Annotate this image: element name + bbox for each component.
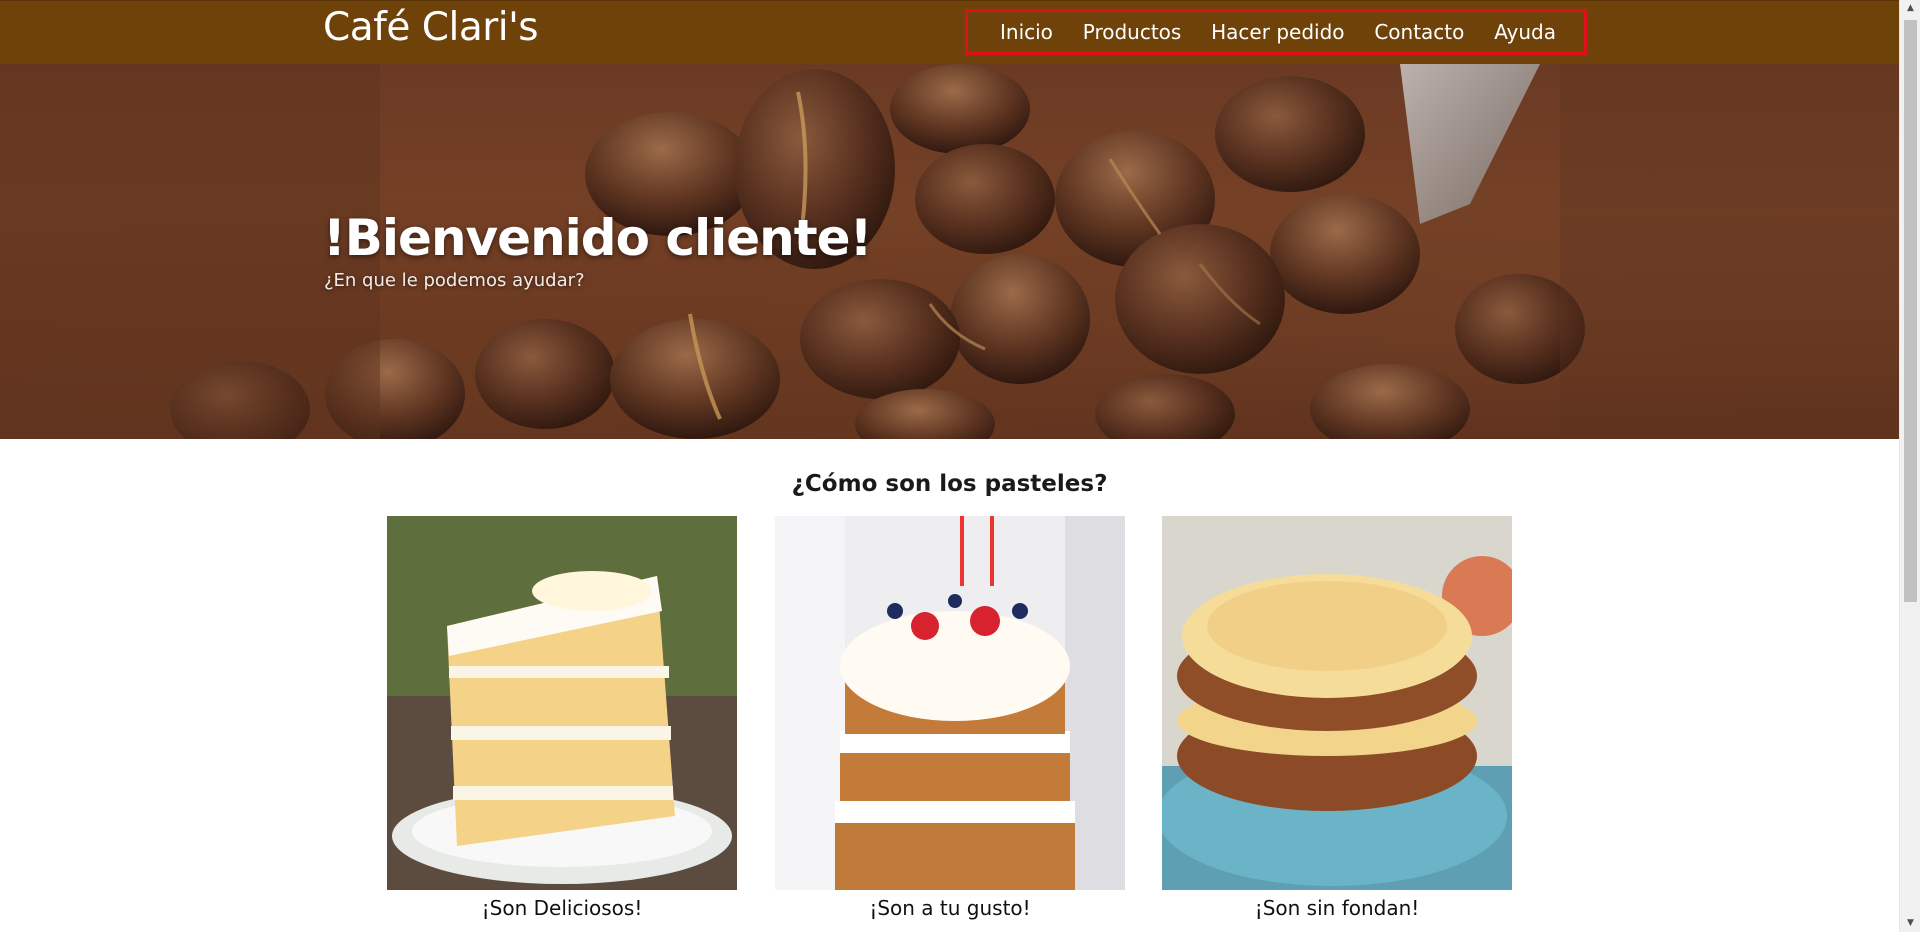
cake-image bbox=[1162, 516, 1512, 890]
cake-image bbox=[387, 516, 737, 890]
hero-subtitle: ¿En que le podemos ayudar? bbox=[324, 270, 585, 291]
coffee-beans-image bbox=[0, 64, 1899, 439]
site-brand[interactable]: Café Clari's bbox=[323, 5, 539, 50]
scrollbar-thumb[interactable] bbox=[1904, 20, 1917, 602]
cake-card: ¡Son Deliciosos! bbox=[387, 516, 737, 920]
cake-caption: ¡Son sin fondan! bbox=[1254, 896, 1420, 920]
nav-link-contacto[interactable]: Contacto bbox=[1374, 20, 1464, 44]
nav-link-ayuda[interactable]: Ayuda bbox=[1494, 20, 1556, 44]
cake-card: ¡Son sin fondan! bbox=[1162, 516, 1512, 920]
cakes-section-title: ¿Cómo son los pasteles? bbox=[791, 471, 1108, 497]
main-nav: Inicio Productos Hacer pedido Contacto A… bbox=[965, 9, 1587, 55]
scroll-down-arrow-icon[interactable]: ▼ bbox=[1900, 915, 1920, 932]
cake-card: ¡Son a tu gusto! bbox=[775, 516, 1125, 920]
cake-caption: ¡Son Deliciosos! bbox=[481, 896, 643, 920]
hero-banner: !Bienvenido cliente! ¿En que le podemos … bbox=[0, 64, 1899, 439]
nav-link-inicio[interactable]: Inicio bbox=[1000, 20, 1053, 44]
cake-caption: ¡Son a tu gusto! bbox=[869, 896, 1031, 920]
site-header: Café Clari's Inicio Productos Hacer pedi… bbox=[0, 0, 1899, 64]
cake-image bbox=[775, 516, 1125, 890]
nav-link-productos[interactable]: Productos bbox=[1083, 20, 1182, 44]
page: Café Clari's Inicio Productos Hacer pedi… bbox=[0, 0, 1920, 932]
scroll-up-arrow-icon[interactable]: ▲ bbox=[1900, 0, 1920, 17]
web-page: Café Clari's Inicio Productos Hacer pedi… bbox=[0, 0, 1899, 932]
vertical-scrollbar[interactable]: ▲ ▼ bbox=[1899, 0, 1920, 932]
hero-title: !Bienvenido cliente! bbox=[323, 209, 872, 267]
nav-link-hacer-pedido[interactable]: Hacer pedido bbox=[1211, 20, 1344, 44]
